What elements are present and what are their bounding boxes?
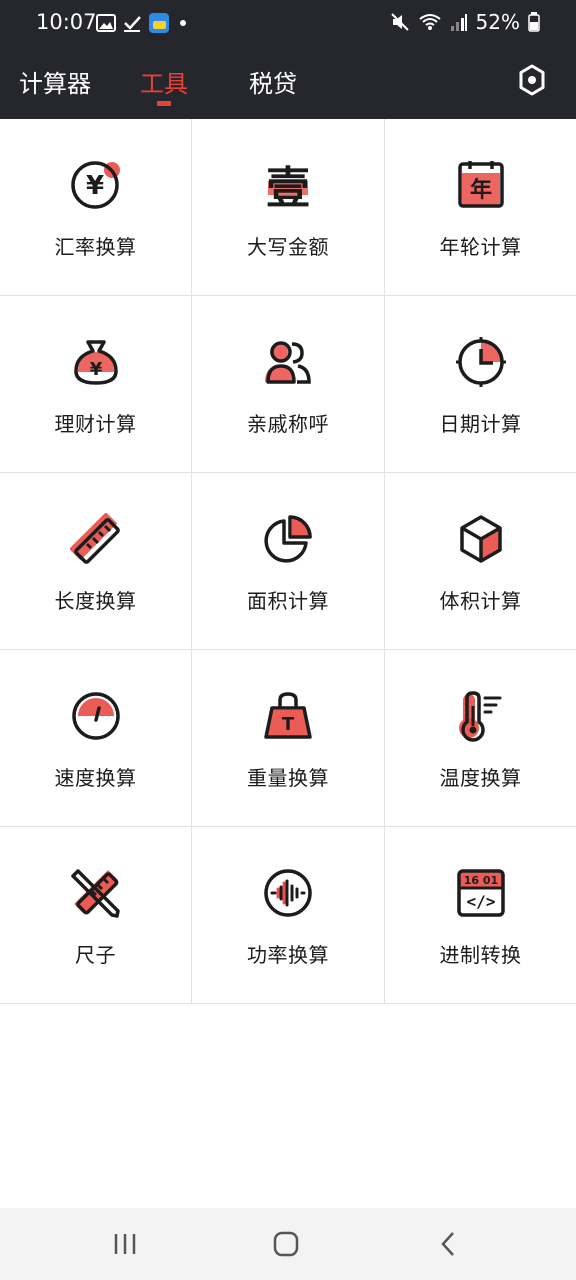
year-calendar-icon: 年 [457,161,504,208]
tool-label: 面积计算 [247,589,329,613]
tab-tax-loan[interactable]: 税贷 [249,64,297,99]
notification-icons [96,12,190,34]
tool-length[interactable]: 长度换算 [0,473,191,650]
finance-glyph: ¥ [89,359,102,380]
home-icon [273,1231,299,1257]
tool-speed[interactable]: 速度换算 [0,650,191,827]
tool-label: 温度换算 [439,766,522,790]
waveform-icon [264,869,312,917]
signal-icon [450,14,467,31]
tool-temperature[interactable]: 温度换算 [385,650,576,827]
tool-label: 重量换算 [247,766,329,790]
year-glyph: 年 [469,177,491,203]
tool-label: 大写金额 [247,235,329,259]
app-notification-icon [149,13,169,33]
tool-label: 速度换算 [54,766,137,790]
battery-percent: 52% [475,10,520,34]
back-button[interactable] [428,1228,468,1260]
tool-power[interactable]: 功率换算 [192,827,384,1004]
tool-label: 汇率换算 [54,235,137,259]
tool-area[interactable]: 面积计算 [192,473,384,650]
tool-weight[interactable]: T 重量换算 [192,650,384,827]
cube-icon [459,515,502,563]
clock-icon [455,337,506,387]
uppercase-amount-icon: 壹 [266,163,310,211]
tool-label: 亲戚称呼 [247,412,329,436]
tools-grid: ¥ 汇率换算 壹 大写金额 年 年轮计算 ¥ 理财计算 亲戚称呼 日期计算 长度… [0,119,576,1004]
tool-ruler[interactable]: 尺子 [0,827,191,1004]
ruler-icon [69,513,120,564]
tool-volume[interactable]: 体积计算 [385,473,576,650]
wifi-icon [418,14,441,30]
battery-icon [528,12,540,32]
tool-label: 日期计算 [439,412,522,436]
status-bar: 10:07 52% [0,0,576,48]
weight-glyph: T [282,714,295,735]
pie-area-icon [264,515,312,563]
recent-apps-button[interactable] [105,1228,145,1260]
tool-label: 功率换算 [247,943,329,967]
code-top-glyph: 16 01 [463,874,497,887]
tool-label: 理财计算 [54,412,137,436]
dot-icon [180,20,186,26]
tool-relatives[interactable]: 亲戚称呼 [192,296,384,473]
tool-currency-exchange[interactable]: ¥ 汇率换算 [0,119,191,296]
currency-icon: ¥ [70,161,120,209]
ruler-pencil-icon [70,869,120,918]
tool-year-ring[interactable]: 年 年轮计算 [385,119,576,296]
tool-finance[interactable]: ¥ 理财计算 [0,296,191,473]
weight-icon: T [264,692,312,739]
tool-label: 体积计算 [439,589,522,613]
uppercase-glyph: 壹 [266,163,310,211]
code-calendar-icon: 16 01 </> [456,869,505,917]
tool-base-conversion[interactable]: 16 01 </> 进制转换 [385,827,576,1004]
check-icon [124,16,141,32]
tab-tools[interactable]: 工具 [140,64,188,99]
gallery-icon [96,14,116,32]
thermometer-icon [458,691,501,742]
money-bag-icon: ¥ [73,340,118,385]
tool-label: 进制转换 [439,943,522,967]
tool-label: 长度换算 [54,589,137,613]
top-nav: 计算器 工具 税贷 [0,48,576,119]
tool-label: 年轮计算 [439,235,522,259]
status-right: 52% [390,10,540,34]
home-button[interactable] [266,1228,306,1260]
status-time: 10:07 [36,10,97,34]
code-bottom-glyph: </> [466,892,495,911]
tool-label: 尺子 [75,943,116,967]
tool-date[interactable]: 日期计算 [385,296,576,473]
tool-uppercase-amount[interactable]: 壹 大写金额 [192,119,384,296]
relatives-icon [265,341,311,384]
back-icon [441,1232,454,1256]
speedometer-icon [71,692,120,740]
settings-icon[interactable] [516,64,548,96]
tab-calculator[interactable]: 计算器 [19,64,91,99]
currency-glyph: ¥ [85,171,103,201]
mute-icon [390,13,409,31]
recent-apps-icon [114,1234,136,1254]
active-tab-indicator [157,101,171,106]
system-nav-bar [0,1208,576,1280]
